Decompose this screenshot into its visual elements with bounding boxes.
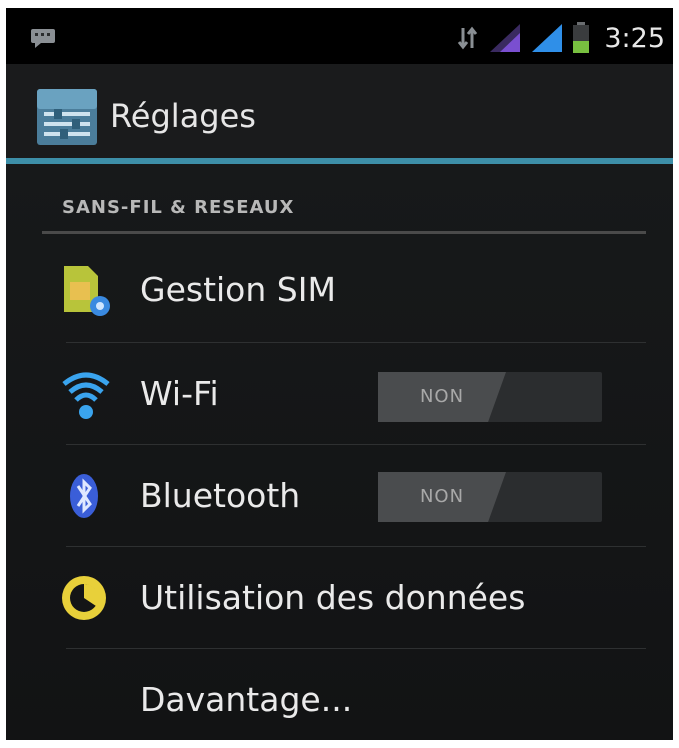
status-icons: 3:25 xyxy=(456,18,665,58)
row-divider xyxy=(66,546,646,547)
bluetooth-toggle[interactable]: NON xyxy=(378,472,602,522)
action-bar xyxy=(6,64,673,162)
status-bar: 3:25 xyxy=(6,8,673,64)
notification-icon xyxy=(31,29,55,48)
row-divider xyxy=(66,648,646,649)
signal-icon xyxy=(532,24,563,52)
settings-item-label: Gestion SIM xyxy=(140,270,336,309)
bluetooth-icon xyxy=(70,474,98,518)
phone-screen: 3:25 Réglages SANS-FIL & RESEAUX Gestion… xyxy=(6,8,673,740)
settings-item-label: Wi-Fi xyxy=(140,374,219,413)
section-header: SANS-FIL & RESEAUX xyxy=(62,197,295,218)
settings-item-label: Utilisation des données xyxy=(140,578,526,617)
settings-item-wifi[interactable]: Wi-Fi NON xyxy=(6,344,673,444)
wifi-toggle[interactable]: NON xyxy=(378,372,602,422)
settings-icon[interactable] xyxy=(36,88,98,146)
data-usage-icon xyxy=(62,576,106,620)
section-divider xyxy=(42,231,646,234)
wifi-icon xyxy=(62,372,110,419)
data-transfer-icon xyxy=(458,26,478,50)
page-title: Réglages xyxy=(110,97,256,135)
sim-card-icon xyxy=(64,266,110,316)
bluetooth-toggle-state: NON xyxy=(378,472,506,522)
signal-icon xyxy=(490,24,521,52)
battery-icon xyxy=(573,22,590,53)
settings-item-label: Davantage... xyxy=(140,680,353,719)
row-divider xyxy=(66,444,646,445)
settings-item-data-usage[interactable]: Utilisation des données xyxy=(6,548,673,648)
settings-item-sim-management[interactable]: Gestion SIM xyxy=(6,240,673,340)
row-divider xyxy=(66,342,646,343)
wifi-toggle-state: NON xyxy=(378,372,506,422)
settings-item-bluetooth[interactable]: Bluetooth NON xyxy=(6,446,673,546)
settings-item-more[interactable]: Davantage... xyxy=(6,650,673,740)
clock: 3:25 xyxy=(604,22,665,54)
settings-item-label: Bluetooth xyxy=(140,476,301,515)
